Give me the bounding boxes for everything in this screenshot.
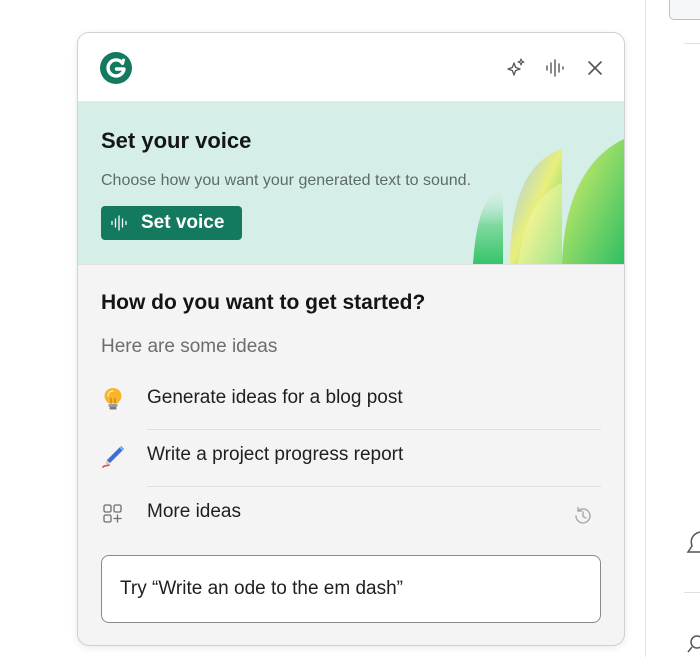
set-voice-label: Set voice [141,212,225,233]
idea-progress-report[interactable]: Write a project progress report [101,429,601,485]
prompt-input[interactable]: Try “Write an ode to the em dash” [101,555,601,623]
voice-waveform-icon[interactable] [544,57,566,79]
idea-label: Generate ideas for a blog post [147,387,403,408]
idea-label: Write a project progress report [147,444,404,465]
idea-more-ideas[interactable]: More ideas [101,486,601,542]
set-voice-banner: Set your voice Choose how you want your … [78,101,624,265]
close-icon[interactable] [584,57,606,79]
search-icon[interactable] [686,632,700,656]
page-divider [645,0,646,657]
grammarly-panel: Set your voice Choose how you want your … [77,32,625,646]
idea-label: More ideas [147,501,241,522]
page-divider-line [684,592,700,593]
voice-description: Choose how you want your generated text … [101,172,472,189]
user-icon[interactable] [686,528,700,556]
voice-title: Set your voice [101,128,252,153]
sparkle-icon[interactable] [505,57,527,79]
grammarly-logo-icon [100,52,132,84]
page-divider-line [684,43,700,44]
decorative-gradient-art [473,139,624,264]
get-started-heading: How do you want to get started? [101,291,426,314]
page-button[interactable] [669,0,700,20]
pen-icon [102,446,124,468]
prompt-placeholder: Try “Write an ode to the em dash” [120,578,404,599]
history-icon[interactable] [572,505,594,527]
panel-header [78,33,624,101]
ideas-subtitle: Here are some ideas [101,336,278,357]
grid-plus-icon [103,504,122,523]
voice-waveform-icon [111,215,127,231]
lightbulb-icon [104,388,122,410]
set-voice-button[interactable]: Set voice [101,206,242,240]
idea-blog-post[interactable]: Generate ideas for a blog post [101,372,601,428]
